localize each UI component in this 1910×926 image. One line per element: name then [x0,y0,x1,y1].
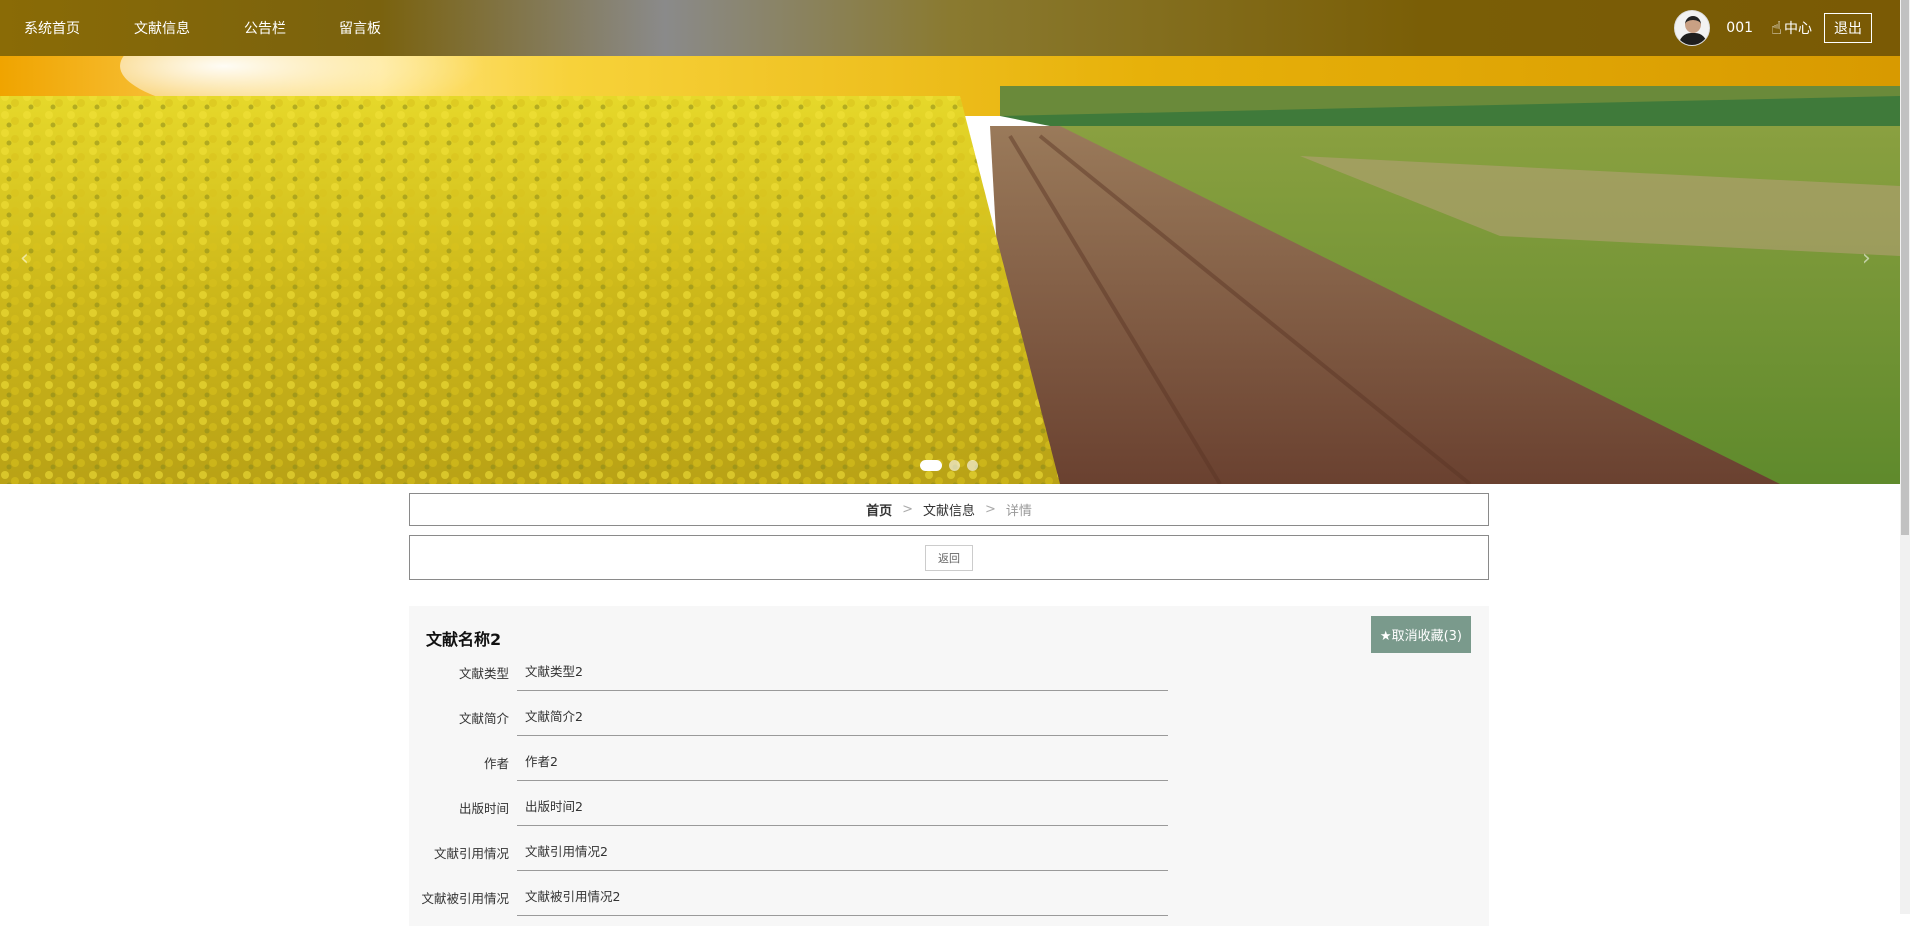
carousel-dot-3[interactable] [967,460,978,471]
field-label: 文献类型 [458,666,509,681]
banner-image [0,56,1900,484]
username: 001 [1726,20,1754,36]
scrollbar-thumb[interactable] [1901,0,1909,535]
carousel-dot-2[interactable] [949,460,960,471]
nav-item-announcements[interactable]: 公告栏 [244,18,286,38]
top-navbar: 系统首页 文献信息 公告栏 留言板 001 ☝ 中心 退出 [0,0,1900,56]
field-value: 文献引用情况2 [517,831,1168,871]
logout-button[interactable]: 退出 [1824,13,1872,43]
detail-title: 文献名称2 [426,630,502,649]
breadcrumb-home[interactable]: 首页 [866,500,892,519]
field-value: 出版时间2 [517,786,1168,826]
back-button[interactable]: 返回 [925,544,973,571]
carousel-prev-icon[interactable]: ‹ [20,246,29,271]
field-row: 出版时间 出版时间2 [409,786,1169,826]
field-label: 文献被引用情况 [421,891,509,906]
nav-item-home[interactable]: 系统首页 [24,18,80,38]
field-row: 文献引用情况 文献引用情况2 [409,831,1169,871]
banner-carousel: ‹ › [0,56,1900,484]
breadcrumb-separator: > [902,502,913,517]
breadcrumb-section[interactable]: 文献信息 [923,500,975,519]
breadcrumb: 首页 > 文献信息 > 详情 [409,493,1489,526]
field-label: 作者 [483,756,509,771]
carousel-next-icon[interactable]: › [1862,246,1871,271]
breadcrumb-separator: > [985,502,996,517]
field-label: 出版时间 [458,801,509,816]
nav-item-message-board[interactable]: 留言板 [339,18,381,38]
user-area: 001 ☝ 中心 退出 [1674,0,1872,56]
main-nav: 系统首页 文献信息 公告栏 留言板 [0,0,381,56]
field-label: 文献引用情况 [433,846,509,861]
avatar[interactable] [1674,10,1711,46]
hand-cursor-icon: ☝ [1771,17,1782,39]
field-row: 文献类型 文献类型2 [409,651,1169,691]
personal-center-label: 中心 [1784,21,1812,37]
field-value: 文献简介2 [517,696,1168,736]
field-value: 文献类型2 [517,651,1168,691]
field-value: 作者2 [517,741,1168,781]
detail-panel: 文献名称2 ★取消收藏(3) 文献类型 文献类型2 文献简介 文献简介2 作者 … [409,606,1489,926]
carousel-dot-1[interactable] [920,460,942,471]
field-value: 文献被引用情况2 [517,876,1168,916]
unfavorite-button[interactable]: ★取消收藏(3) [1370,616,1471,653]
page-scrollbar[interactable] [1900,0,1910,914]
field-row: 作者 作者2 [409,741,1169,781]
breadcrumb-current: 详情 [1005,504,1032,519]
carousel-indicators [920,460,985,471]
field-row: 文献被引用情况 文献被引用情况2 [409,876,1169,916]
personal-center-link[interactable]: ☝ 中心 [1771,18,1812,39]
back-bar: 返回 [409,535,1489,580]
field-row: 文献简介 文献简介2 [409,696,1169,736]
nav-item-literature[interactable]: 文献信息 [134,18,190,38]
field-label: 文献简介 [458,711,509,726]
